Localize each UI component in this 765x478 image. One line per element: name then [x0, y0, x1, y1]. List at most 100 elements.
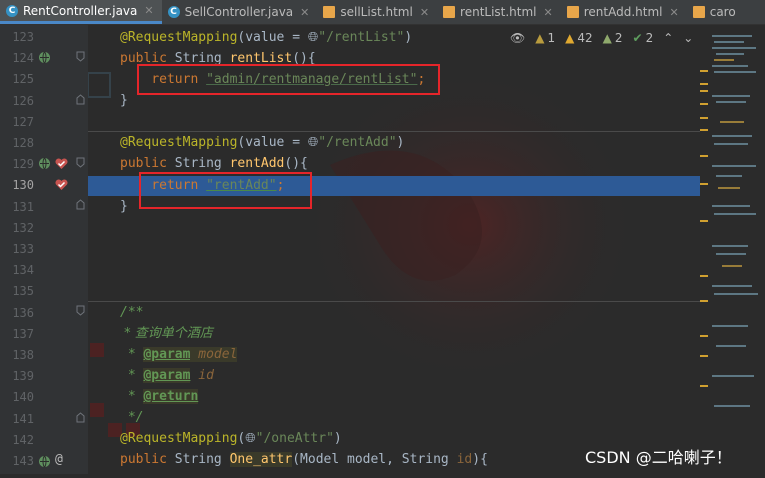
typo-value: 2 [614, 31, 623, 45]
line-number[interactable]: 137 [0, 324, 34, 345]
line-number[interactable]: 141 [0, 409, 34, 430]
line-number[interactable]: 139 [0, 366, 34, 387]
chevron-down-icon[interactable]: ⌄ [683, 31, 693, 45]
javadoc-tag: @param [143, 347, 191, 362]
line-number[interactable]: 125 [0, 69, 34, 90]
fold-marker-icon[interactable] [76, 94, 85, 105]
line-number[interactable]: 124 [0, 48, 34, 69]
html-file-icon [692, 6, 705, 18]
line-number[interactable]: 126 [0, 91, 34, 112]
globe-inlay-icon: 🌐︎ [245, 431, 256, 446]
javadoc-comment: * [120, 347, 144, 362]
line-number[interactable]: 128 [0, 133, 34, 154]
web-endpoint-icon[interactable] [38, 157, 51, 170]
code-text: ) [404, 30, 413, 45]
code-line-129[interactable]: public String rentAdd(){ [88, 153, 700, 174]
javadoc-comment: * [120, 389, 144, 404]
tab-rentadd-html[interactable]: rentAdd.html ✕ [561, 0, 687, 24]
code-line-136[interactable]: /** [88, 302, 700, 323]
close-icon[interactable]: ✕ [144, 4, 153, 17]
code-text: (){ [284, 156, 308, 171]
code-text: } [120, 199, 128, 214]
code-line-137[interactable]: * 查询单个酒店 [88, 323, 700, 344]
red-highlight-box [137, 64, 440, 95]
tab-selllist-html[interactable]: sellList.html ✕ [317, 0, 437, 24]
web-endpoint-icon[interactable] [38, 455, 51, 468]
reader-mode-icon[interactable]: 👁︎ [510, 31, 525, 45]
fold-marker-icon[interactable] [76, 157, 85, 168]
line-number[interactable]: 138 [0, 345, 34, 366]
breakpoint-check-icon[interactable] [55, 157, 68, 170]
type-name: String [174, 452, 230, 467]
line-number[interactable]: 130 [0, 175, 34, 196]
fold-marker-icon[interactable] [76, 51, 85, 62]
code-line-140[interactable]: * @return [88, 386, 700, 407]
close-icon[interactable]: ✕ [300, 6, 309, 19]
tab-rentlist-html[interactable]: rentList.html ✕ [437, 0, 561, 24]
line-number[interactable]: 131 [0, 197, 34, 218]
tab-rentcontroller[interactable]: C RentController.java ✕ [0, 0, 162, 24]
close-icon[interactable]: ✕ [670, 6, 679, 19]
line-number[interactable]: 133 [0, 239, 34, 260]
editor-tab-bar: C RentController.java ✕ C SellController… [0, 0, 765, 25]
annotation: @RequestMapping [120, 30, 238, 45]
inspection-widget[interactable]: 👁︎ ▲ 1 ▲ 42 ▲ 2 ✔ 2 ⌃ ⌄ [510, 29, 693, 47]
close-icon[interactable]: ✕ [544, 6, 553, 19]
tab-label: caro [709, 5, 736, 19]
tab-label: sellList.html [340, 5, 413, 19]
parameter-name: id [456, 452, 473, 467]
fold-marker-icon[interactable] [76, 305, 85, 316]
javadoc-comment: * 查询单个酒店 [120, 326, 213, 341]
annotation: @RequestMapping [120, 431, 238, 446]
chevron-up-icon[interactable]: ⌃ [663, 31, 673, 45]
line-number[interactable]: 143 [0, 451, 34, 472]
line-number[interactable]: 132 [0, 218, 34, 239]
tab-label: rentList.html [460, 5, 537, 19]
javadoc-comment: /** [120, 305, 144, 320]
line-number[interactable]: 123 [0, 27, 34, 48]
html-file-icon [323, 6, 336, 18]
tab-caro[interactable]: caro [687, 0, 744, 24]
tab-label: SellController.java [184, 5, 294, 19]
weak-warning-count[interactable]: ▲ 1 [535, 31, 555, 45]
warning-count[interactable]: ▲ 42 [565, 31, 593, 45]
at-override-icon[interactable]: @ [55, 452, 63, 467]
method-name: One_attr [229, 452, 293, 467]
typo-count[interactable]: ▲ 2 [603, 31, 623, 45]
tab-label: rentAdd.html [583, 5, 663, 19]
line-number[interactable]: 140 [0, 387, 34, 408]
weak-warning-value: 1 [547, 31, 556, 45]
tab-sellcontroller[interactable]: C SellController.java ✕ [162, 0, 318, 24]
string-literal: "/rentList" [318, 30, 405, 45]
ok-value: 2 [645, 31, 654, 45]
code-line-138[interactable]: * @param model [88, 344, 700, 365]
code-line-141[interactable]: */ [88, 407, 700, 428]
line-number[interactable]: 142 [0, 430, 34, 451]
keyword: public [120, 452, 175, 467]
warning-value: 42 [577, 31, 593, 45]
javadoc-tag: @return [143, 389, 199, 404]
line-number[interactable]: 136 [0, 303, 34, 324]
html-file-icon [443, 6, 456, 18]
fold-marker-icon[interactable] [76, 412, 85, 423]
line-number[interactable]: 135 [0, 281, 34, 302]
fold-marker-icon[interactable] [76, 199, 85, 210]
annotation: @RequestMapping [120, 135, 238, 150]
line-number[interactable]: 129 [0, 154, 34, 175]
java-class-icon: C [167, 6, 180, 18]
code-line-128[interactable]: @RequestMapping(value = 🌐︎"/rentAdd") [88, 132, 700, 153]
line-number[interactable]: 134 [0, 260, 34, 281]
close-icon[interactable]: ✕ [420, 6, 429, 19]
weak-warning-icon: ▲ [535, 31, 545, 45]
line-number[interactable]: 127 [0, 112, 34, 133]
ok-count[interactable]: ✔ 2 [633, 31, 654, 45]
code-text: ){ [472, 452, 488, 467]
web-endpoint-icon[interactable] [38, 51, 51, 64]
breakpoint-check-icon[interactable] [55, 178, 68, 191]
minimap-stripe[interactable] [700, 25, 765, 474]
code-text: (value = [237, 30, 308, 45]
javadoc-tag: @param [143, 368, 191, 383]
keyword: public [120, 156, 175, 171]
code-line-139[interactable]: * @param id [88, 365, 700, 386]
javadoc-comment: */ [120, 410, 144, 425]
